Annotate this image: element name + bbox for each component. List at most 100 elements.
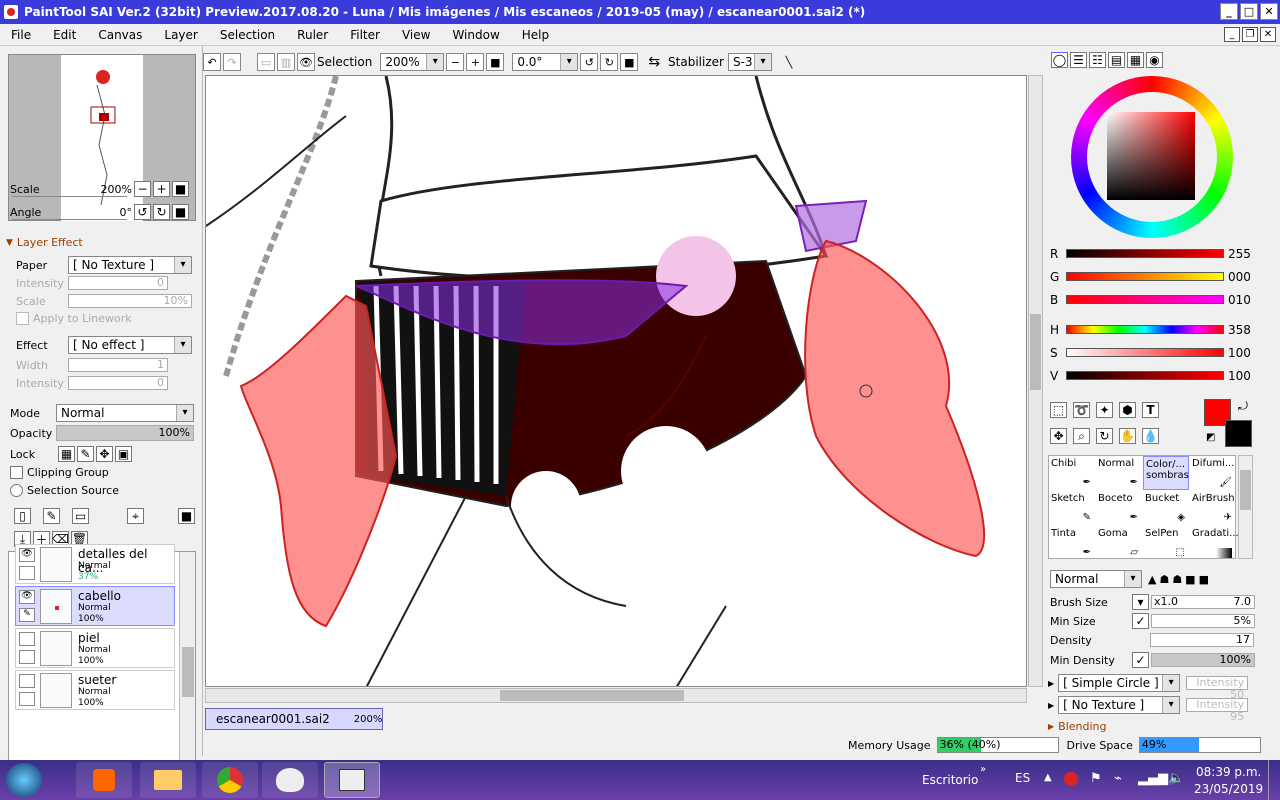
min-density-checkbox[interactable]: ✓: [1132, 652, 1149, 668]
hsv-slider-tab-icon[interactable]: ☷: [1089, 52, 1106, 68]
scale-effect-bar[interactable]: 10%: [68, 294, 192, 308]
scale-slider[interactable]: [12, 196, 127, 197]
layer-visibility-eye-icon[interactable]: 👁: [19, 548, 35, 562]
document-tab[interactable]: escanear0001.sai2 200%: [205, 708, 383, 730]
menu-edit[interactable]: Edit: [42, 28, 87, 42]
width-bar[interactable]: 1: [68, 358, 168, 372]
layer-visibility-eye-icon[interactable]: 👁: [19, 590, 35, 604]
invert-selection-icon[interactable]: ▥: [277, 53, 295, 71]
brush-texture-dropdown[interactable]: [ No Texture ]: [1058, 696, 1181, 714]
min-size-checkbox[interactable]: ✓: [1132, 613, 1149, 629]
rotate-right-button[interactable]: ↻: [153, 204, 170, 220]
v-slider[interactable]: [1066, 371, 1224, 380]
shape-intensity-bar[interactable]: Intensity 50: [1186, 676, 1249, 701]
layer-item-selected[interactable]: 👁 ✎ cabello Normal 100%: [15, 586, 175, 626]
g-slider[interactable]: [1066, 272, 1224, 281]
angle-dropdown[interactable]: 0.0°: [512, 53, 579, 71]
layer-mask-icon[interactable]: ■: [178, 508, 195, 524]
rotate-tool-icon[interactable]: ↻: [1096, 428, 1113, 444]
lock-all-icon[interactable]: ▣: [115, 446, 132, 462]
lock-transparency-icon[interactable]: ▦: [58, 446, 75, 462]
vertical-scroll-thumb[interactable]: [1030, 314, 1041, 390]
zoom-in-button[interactable]: +: [153, 181, 170, 197]
rotate-right-icon[interactable]: ↻: [600, 53, 619, 71]
secondary-color-swatch[interactable]: [1225, 420, 1252, 447]
tool-normal[interactable]: Normal ✒: [1096, 456, 1142, 490]
horizontal-scroll-thumb[interactable]: [500, 690, 684, 701]
shape-icon[interactable]: ⬢: [1119, 402, 1136, 418]
menu-file[interactable]: File: [0, 28, 42, 42]
menu-canvas[interactable]: Canvas: [87, 28, 153, 42]
brush-size-bar[interactable]: x1.0 7.0: [1151, 595, 1255, 609]
hand-tool-icon[interactable]: ✋: [1119, 428, 1136, 444]
layer-edit-icon[interactable]: [19, 566, 35, 580]
brush-shape-dropdown[interactable]: [ Simple Circle ]: [1058, 674, 1181, 692]
antivirus-tray-icon[interactable]: [1064, 772, 1078, 786]
r-slider[interactable]: [1066, 249, 1224, 258]
move-icon[interactable]: ✥: [1050, 428, 1067, 444]
scratchpad-tab-icon[interactable]: ▦: [1127, 52, 1144, 68]
menu-window[interactable]: Window: [441, 28, 510, 42]
new-folder-icon[interactable]: ▭: [72, 508, 89, 524]
rotate-reset-icon[interactable]: ■: [620, 53, 639, 71]
tool-gradation[interactable]: Gradati...: [1190, 526, 1239, 560]
zoom-tool-icon[interactable]: ⌕: [1073, 428, 1090, 444]
brush-mode-dropdown[interactable]: Normal: [1050, 570, 1142, 588]
desktop-toolbar-label[interactable]: Escritorio: [922, 773, 978, 787]
stabilizer-dropdown[interactable]: S-3: [727, 53, 772, 71]
painttool-sai-icon[interactable]: [262, 762, 318, 798]
close-button[interactable]: ✕: [1260, 3, 1278, 20]
clock-date[interactable]: 23/05/2019: [1194, 782, 1263, 796]
zoom-out-button[interactable]: −: [134, 181, 151, 197]
rgb-slider-tab-icon[interactable]: ☰: [1070, 52, 1087, 68]
language-indicator[interactable]: ES: [1015, 771, 1030, 785]
tool-grid-scroll-thumb[interactable]: [1240, 470, 1251, 510]
canvas-horizontal-scrollbar[interactable]: [205, 688, 1027, 703]
tool-sketch[interactable]: Sketch ✎: [1049, 491, 1095, 525]
layer-visibility-eye-icon[interactable]: [19, 632, 35, 646]
menu-view[interactable]: View: [391, 28, 441, 42]
layer-visibility-eye-icon[interactable]: [19, 674, 35, 688]
layer-item[interactable]: sueter Normal 100%: [15, 670, 175, 710]
layer-edit-pencil-icon[interactable]: ✎: [19, 608, 35, 622]
paper-dropdown[interactable]: [ No Texture ]: [68, 256, 192, 274]
brush-size-dropdown-icon[interactable]: ▾: [1132, 594, 1149, 610]
undo-icon[interactable]: ↶: [203, 53, 221, 71]
zoom-reset-icon[interactable]: ■: [486, 53, 505, 71]
color-wheel-tab-icon[interactable]: ◯: [1051, 52, 1068, 68]
media-player-icon[interactable]: [76, 762, 132, 798]
effect-dropdown[interactable]: [ No effect ]: [68, 336, 192, 354]
maximize-button[interactable]: □: [1240, 3, 1258, 20]
saturation-value-square[interactable]: [1107, 112, 1195, 200]
s-slider[interactable]: [1066, 348, 1224, 357]
zoom-dropdown[interactable]: 200%: [380, 53, 445, 71]
new-layer-icon[interactable]: ▯: [14, 508, 31, 524]
tool-goma[interactable]: Goma ▱: [1096, 526, 1142, 560]
tool-airbrush[interactable]: AirBrush ✈: [1190, 491, 1236, 525]
lasso-icon[interactable]: ➰: [1073, 402, 1090, 418]
volume-tray-icon[interactable]: 🔈: [1168, 771, 1184, 786]
doc-close-button[interactable]: ✕: [1260, 27, 1276, 42]
blending-label[interactable]: Blending: [1058, 720, 1106, 733]
zoom-in-icon[interactable]: +: [466, 53, 485, 71]
new-linework-layer-icon[interactable]: ✎: [43, 508, 60, 524]
brush-tip-shape-icons[interactable]: ▲☗☗■■: [1148, 573, 1212, 586]
magic-wand-icon[interactable]: ✦: [1096, 402, 1113, 418]
doc-restore-button[interactable]: ❐: [1242, 27, 1258, 42]
layer-scroll-thumb[interactable]: [182, 647, 194, 697]
rotate-left-icon[interactable]: ↺: [580, 53, 599, 71]
lock-move-icon[interactable]: ✥: [96, 446, 113, 462]
expand-arrow-icon[interactable]: ▶: [1048, 722, 1054, 731]
start-button[interactable]: [6, 763, 42, 797]
rotate-reset-button[interactable]: ■: [172, 204, 189, 220]
show-desktop-button[interactable]: [1268, 760, 1280, 800]
mixer-tab-icon[interactable]: ◉: [1146, 52, 1163, 68]
density-bar[interactable]: 17: [1150, 633, 1254, 647]
selection-visibility-eye-icon[interactable]: 👁: [297, 53, 315, 71]
canvas-vertical-scrollbar[interactable]: [1028, 75, 1043, 687]
tool-grid-scrollbar[interactable]: [1238, 455, 1253, 559]
zoom-out-icon[interactable]: −: [446, 53, 465, 71]
layer-edit-icon[interactable]: [19, 650, 35, 664]
intensity2-bar[interactable]: 0: [68, 376, 168, 390]
apply-linework-checkbox[interactable]: [16, 312, 29, 325]
